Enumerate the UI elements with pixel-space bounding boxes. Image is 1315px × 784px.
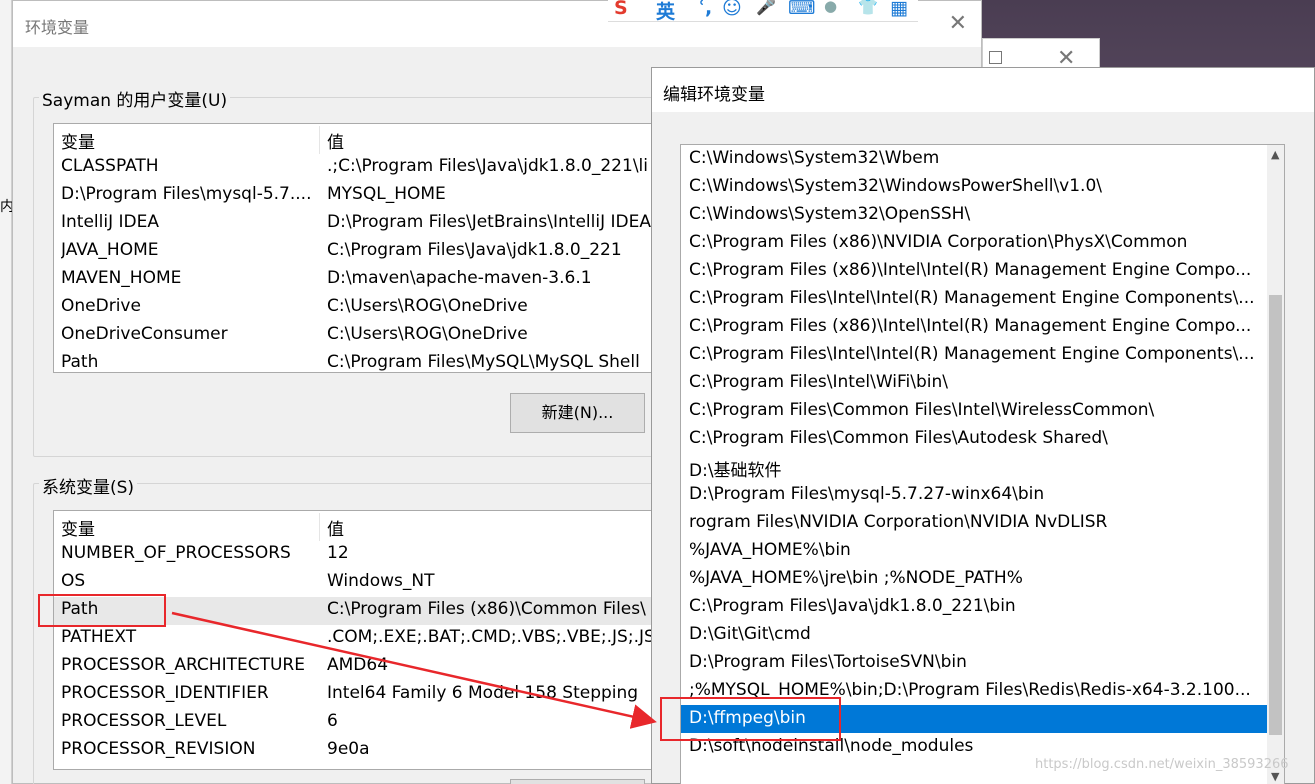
annotation-arrow-layer [171, 611, 657, 729]
watermark: https://blog.csdn.net/weixin_38593266 [1035, 757, 1289, 772]
annotation-arrow [171, 611, 657, 729]
